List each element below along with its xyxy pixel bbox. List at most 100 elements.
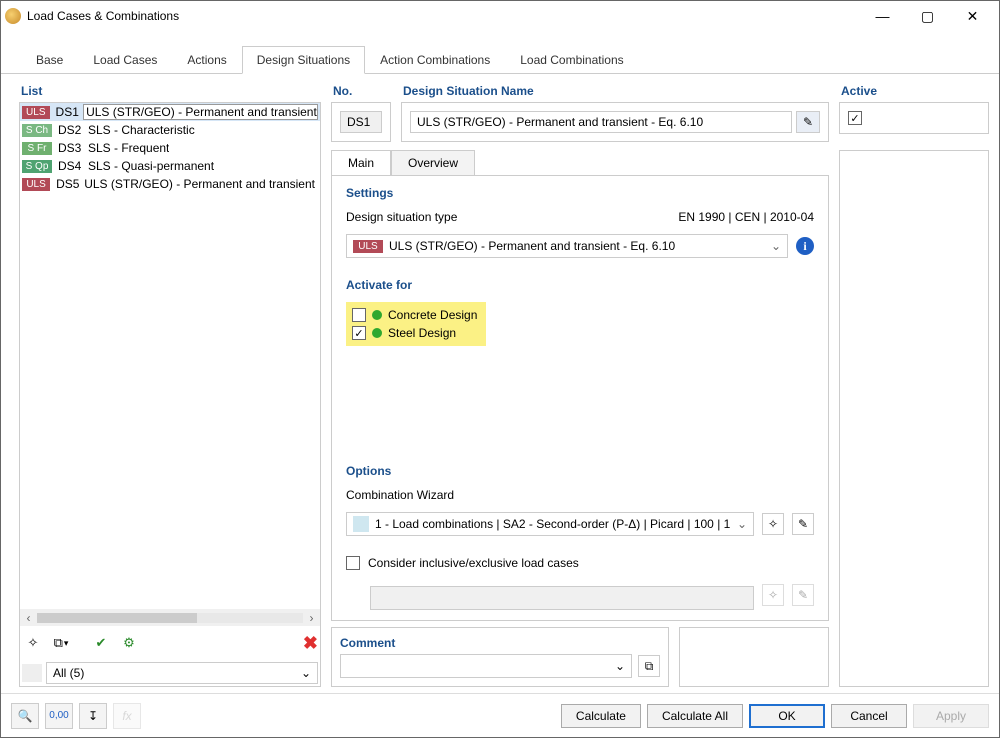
consider-label: Consider inclusive/exclusive load cases	[368, 556, 579, 570]
tab-design-situations[interactable]: Design Situations	[242, 46, 365, 74]
pencil-icon: ✎	[803, 115, 813, 129]
ok-button[interactable]: OK	[749, 704, 825, 728]
calculate-button[interactable]: Calculate	[561, 704, 641, 728]
minimize-button[interactable]: —	[860, 1, 905, 31]
right-sidebox	[839, 150, 989, 687]
comment-sidebox	[679, 627, 829, 687]
list-row-ds3[interactable]: S Fr DS3 SLS - Frequent	[20, 139, 320, 157]
no-label: No.	[331, 84, 391, 98]
window-title: Load Cases & Combinations	[27, 9, 860, 23]
copy-menu-button[interactable]: ⧉▾	[50, 632, 72, 654]
scroll-right-icon[interactable]: ›	[303, 609, 320, 626]
options-label: Options	[346, 464, 814, 478]
active-label: Active	[839, 84, 989, 98]
filter-swatch	[22, 664, 42, 682]
sort-tool-button[interactable]: ↧	[79, 703, 107, 729]
magnifier-icon: 🔍	[18, 709, 33, 723]
concrete-label: Concrete Design	[388, 308, 477, 322]
activate-steel-row[interactable]: ✓ Steel Design	[352, 326, 480, 340]
sort-icon: ↧	[88, 709, 98, 723]
details-panel: No. DS1 Design Situation Name ULS (STR/G…	[331, 84, 989, 687]
list-name: ULS (STR/GEO) - Permanent and transient …	[84, 177, 318, 191]
list-num: DS3	[58, 141, 88, 155]
check-button[interactable]: ✔	[90, 632, 112, 654]
list-row-ds5[interactable]: ULS DS5 ULS (STR/GEO) - Permanent and tr…	[20, 175, 320, 193]
steel-checkbox[interactable]: ✓	[352, 326, 366, 340]
horizontal-scrollbar[interactable]: ‹ ›	[20, 609, 320, 626]
tab-load-cases[interactable]: Load Cases	[78, 46, 172, 74]
tab-actions[interactable]: Actions	[172, 46, 241, 74]
edit-name-button[interactable]: ✎	[796, 111, 820, 133]
tab-action-combinations[interactable]: Action Combinations	[365, 46, 505, 74]
new-button[interactable]: ✧	[22, 632, 44, 654]
activate-for-block: Concrete Design ✓ Steel Design	[346, 302, 486, 346]
dstype-label: Design situation type	[346, 210, 457, 224]
active-checkbox[interactable]: ✓	[848, 111, 862, 125]
list-name[interactable]: ULS (STR/GEO) - Permanent and transient …	[83, 104, 318, 120]
cw-label: Combination Wizard	[346, 488, 814, 502]
list-row-ds1[interactable]: ULS DS1 ULS (STR/GEO) - Permanent and tr…	[20, 103, 320, 121]
tab-base[interactable]: Base	[21, 46, 78, 74]
concrete-checkbox[interactable]	[352, 308, 366, 322]
status-dot-icon	[372, 328, 382, 338]
dsn-field[interactable]: ULS (STR/GEO) - Permanent and transient …	[410, 111, 792, 133]
comment-lib-button[interactable]: ⧉	[638, 655, 660, 677]
badge-uls: ULS	[22, 106, 50, 119]
list-row-ds4[interactable]: S Qp DS4 SLS - Quasi-permanent	[20, 157, 320, 175]
badge-sch: S Ch	[22, 124, 52, 137]
list-num: DS5	[56, 177, 84, 191]
search-tool-button[interactable]: 🔍	[11, 703, 39, 729]
list-row-ds2[interactable]: S Ch DS2 SLS - Characteristic	[20, 121, 320, 139]
list-name: SLS - Quasi-permanent	[88, 159, 214, 173]
delete-button[interactable]: ✖	[303, 633, 318, 654]
dstype-select[interactable]: ULS ULS (STR/GEO) - Permanent and transi…	[346, 234, 788, 258]
situation-list[interactable]: ULS DS1 ULS (STR/GEO) - Permanent and tr…	[20, 103, 320, 609]
chevron-down-icon: ⌄	[737, 517, 747, 531]
filter-select[interactable]: All (5) ⌄	[46, 662, 318, 684]
cw-edit-button[interactable]: ✎	[792, 513, 814, 535]
cw-select[interactable]: 1 - Load combinations | SA2 - Second-ord…	[346, 512, 754, 536]
app-icon	[5, 8, 21, 24]
list-name: SLS - Frequent	[88, 141, 169, 155]
list-num: DS2	[58, 123, 88, 137]
content-area: List ULS DS1 ULS (STR/GEO) - Permanent a…	[1, 74, 999, 693]
list-toolbar: ✧ ⧉▾ ✔ ⚙ ✖	[20, 626, 320, 660]
scroll-thumb[interactable]	[37, 613, 197, 623]
chevron-down-icon: ⌄	[301, 666, 311, 680]
list-num: DS1	[56, 105, 84, 119]
activate-concrete-row[interactable]: Concrete Design	[352, 308, 480, 322]
chevron-down-icon: ⌄	[771, 239, 781, 253]
subtab-overview[interactable]: Overview	[391, 150, 475, 175]
subtab-main[interactable]: Main	[331, 150, 391, 175]
cw-new-button[interactable]: ✧	[762, 513, 784, 535]
units-icon: 0,00	[49, 710, 68, 721]
list-panel: List ULS DS1 ULS (STR/GEO) - Permanent a…	[19, 84, 321, 687]
consider-checkbox[interactable]	[346, 556, 360, 570]
tab-load-combinations[interactable]: Load Combinations	[505, 46, 638, 74]
fx-tool-button: fx	[113, 703, 141, 729]
scroll-left-icon[interactable]: ‹	[20, 609, 37, 626]
incl-edit-button: ✎	[792, 584, 814, 606]
badge-uls: ULS	[353, 240, 383, 253]
no-field[interactable]: DS1	[340, 111, 382, 133]
filter-value: All (5)	[53, 666, 84, 680]
calculate-all-button[interactable]: Calculate All	[647, 704, 743, 728]
maximize-button[interactable]: ▢	[905, 1, 950, 31]
comment-field[interactable]: ⌄	[340, 654, 632, 678]
check-cfg-button[interactable]: ⚙	[118, 632, 140, 654]
close-button[interactable]: ✕	[950, 1, 995, 31]
main-tabbar: Base Load Cases Actions Design Situation…	[1, 31, 999, 74]
activate-label: Activate for	[346, 278, 814, 292]
dstype-value: ULS (STR/GEO) - Permanent and transient …	[389, 239, 675, 253]
list-name: SLS - Characteristic	[88, 123, 195, 137]
titlebar: Load Cases & Combinations — ▢ ✕	[1, 1, 999, 31]
units-tool-button[interactable]: 0,00	[45, 703, 73, 729]
settings-label: Settings	[346, 186, 814, 200]
sub-tabbar: Main Overview	[331, 150, 829, 175]
status-dot-icon	[372, 310, 382, 320]
cw-value: 1 - Load combinations | SA2 - Second-ord…	[375, 517, 730, 531]
info-icon[interactable]: i	[796, 237, 814, 255]
steel-label: Steel Design	[388, 326, 456, 340]
badge-sqp: S Qp	[22, 160, 52, 173]
cancel-button[interactable]: Cancel	[831, 704, 907, 728]
